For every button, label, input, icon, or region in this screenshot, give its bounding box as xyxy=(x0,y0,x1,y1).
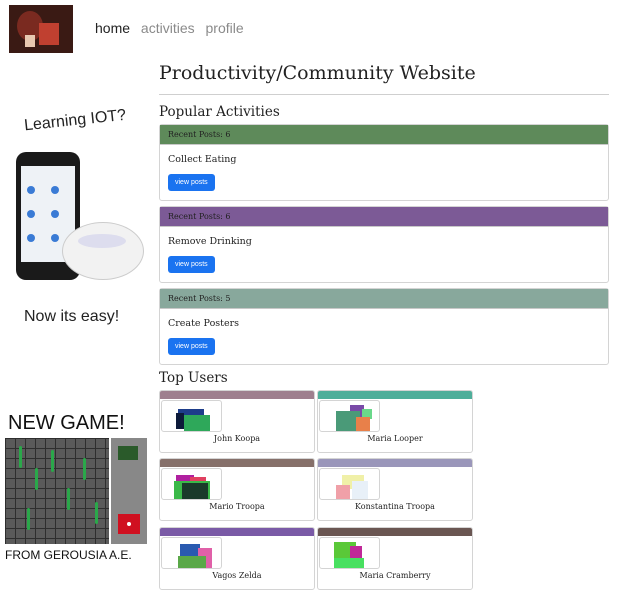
dice-icon xyxy=(118,514,140,534)
activity-name: Create Posters xyxy=(168,318,240,329)
user-name: Maria Cramberry xyxy=(359,571,431,580)
title-divider xyxy=(159,94,609,95)
user-avatar xyxy=(161,400,222,432)
game-ad[interactable]: NEW GAME! FROM GEROUSIA A.E. xyxy=(4,412,150,564)
user-card[interactable]: Konstantina Troopa xyxy=(317,458,473,521)
activity-name: Collect Eating xyxy=(168,154,237,165)
snake-shape xyxy=(27,508,30,530)
user-avatar xyxy=(319,468,380,500)
user-name: John Koopa xyxy=(213,434,261,443)
game-board-image xyxy=(5,438,109,544)
user-name: Vagos Zelda xyxy=(212,571,262,580)
logo-shape xyxy=(25,35,35,47)
nav-activities[interactable]: activities xyxy=(141,20,195,36)
app-icon xyxy=(27,186,35,194)
ad-title: NEW GAME! xyxy=(8,412,125,434)
avatar-shape xyxy=(352,481,368,499)
user-avatar xyxy=(319,400,380,432)
snake-shape xyxy=(35,468,38,490)
view-posts-button[interactable]: view posts xyxy=(168,256,215,273)
user-card-header xyxy=(318,391,472,399)
iot-hub-top xyxy=(78,234,126,248)
recent-posts-header: Recent Posts: 5 xyxy=(160,289,608,309)
snake-shape xyxy=(19,446,22,468)
user-card-header xyxy=(160,391,314,399)
view-posts-button[interactable]: view posts xyxy=(168,338,215,355)
avatar-shape xyxy=(182,483,208,499)
user-card-header xyxy=(318,528,472,536)
top-users-heading: Top Users xyxy=(159,370,228,386)
recent-posts-header: Recent Posts: 6 xyxy=(160,125,608,145)
user-name: Mario Troopa xyxy=(209,502,265,511)
avatar-shape xyxy=(334,558,364,568)
activity-card: Recent Posts: 6 Remove Drinking view pos… xyxy=(159,206,609,283)
snake-shape xyxy=(51,450,54,472)
user-card[interactable]: Maria Cramberry xyxy=(317,527,473,590)
user-card[interactable]: John Koopa xyxy=(159,390,315,453)
iot-hub-image xyxy=(62,222,144,280)
app-icon xyxy=(27,234,35,242)
nav-profile[interactable]: profile xyxy=(206,20,244,36)
snake-shape xyxy=(83,458,86,480)
iot-ad[interactable]: Learning IOT? Now its easy! xyxy=(6,106,148,330)
user-avatar xyxy=(161,537,222,569)
avatar-shape xyxy=(184,415,210,431)
app-icon xyxy=(51,210,59,218)
user-name: Konstantina Troopa xyxy=(355,502,435,511)
avatar-shape xyxy=(178,556,206,568)
user-card-header xyxy=(160,459,314,467)
user-card[interactable]: Maria Looper xyxy=(317,390,473,453)
recent-posts-header: Recent Posts: 6 xyxy=(160,207,608,227)
user-name: Maria Looper xyxy=(367,434,423,443)
activity-card: Recent Posts: 6 Collect Eating view post… xyxy=(159,124,609,201)
ad-tagline: Now its easy! xyxy=(24,308,120,325)
app-icon xyxy=(27,210,35,218)
snake-shape xyxy=(95,502,98,524)
game-panel xyxy=(111,438,147,544)
user-card[interactable]: Vagos Zelda xyxy=(159,527,315,590)
logo-shape xyxy=(39,23,59,45)
ad-title: Learning IOT? xyxy=(23,106,127,135)
user-avatar xyxy=(319,537,380,569)
game-screen xyxy=(118,446,138,460)
user-card-header xyxy=(160,528,314,536)
activity-card: Recent Posts: 5 Create Posters view post… xyxy=(159,288,609,365)
snake-shape xyxy=(67,488,70,510)
ad-tagline: FROM GEROUSIA A.E. xyxy=(5,548,132,562)
avatar-shape xyxy=(180,544,200,556)
avatar-shape xyxy=(356,417,370,431)
activity-name: Remove Drinking xyxy=(168,236,252,247)
avatar-shape xyxy=(336,485,350,499)
view-posts-button[interactable]: view posts xyxy=(168,174,215,191)
main-nav: home activities profile xyxy=(95,20,251,36)
popular-activities-heading: Popular Activities xyxy=(159,104,280,120)
site-logo[interactable] xyxy=(9,5,73,53)
app-icon xyxy=(51,234,59,242)
user-card-header xyxy=(318,459,472,467)
app-icon xyxy=(51,186,59,194)
nav-home[interactable]: home xyxy=(95,20,130,36)
page-title: Productivity/Community Website xyxy=(159,62,476,84)
user-card[interactable]: Mario Troopa xyxy=(159,458,315,521)
user-avatar xyxy=(161,468,222,500)
avatar-shape xyxy=(176,413,184,429)
